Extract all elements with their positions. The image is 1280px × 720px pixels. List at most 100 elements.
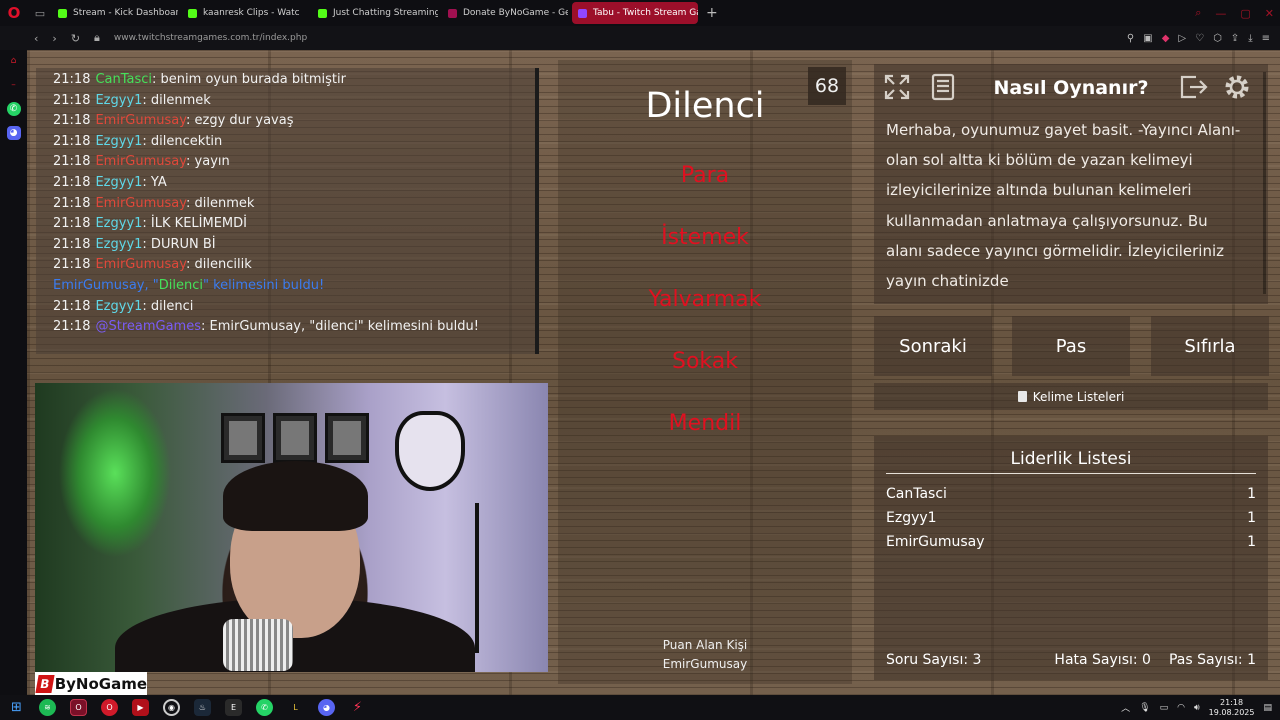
word-card: 68 Dilenci Para İstemek Yalvarmak Sokak … bbox=[558, 60, 852, 684]
gear-icon[interactable] bbox=[1222, 72, 1252, 102]
leaderboard-row: Ezgyy1 1 bbox=[886, 510, 1256, 526]
obs-icon[interactable]: ◉ bbox=[163, 699, 180, 716]
epic-games-icon[interactable]: E bbox=[225, 699, 242, 716]
error-count: Hata Sayısı: 0 bbox=[1054, 652, 1151, 668]
network-icon[interactable]: ▭ bbox=[1160, 703, 1169, 713]
menu-icon[interactable]: ≡ bbox=[1262, 33, 1270, 44]
scorer-label: Puan Alan Kişi bbox=[662, 638, 748, 652]
kick-icon bbox=[188, 8, 197, 18]
browser-tab[interactable]: Just Chatting Streaming bbox=[312, 2, 438, 24]
extensions-icon[interactable]: ⬡ bbox=[1213, 33, 1222, 44]
chat-username: CanTasci bbox=[95, 72, 153, 87]
word-lists-button[interactable]: Kelime Listeleri bbox=[874, 383, 1268, 410]
obs-recorder-icon[interactable]: ▶ bbox=[132, 699, 149, 716]
windows-start-icon[interactable]: ⊞ bbox=[8, 699, 25, 716]
scrollbar[interactable] bbox=[1263, 72, 1266, 294]
os-taskbar: ⊞ ≋ O O ▶ ◉ ♨ E ✆ L ◕ ⚡ ︿ 🎙︎ ▭ ◠ 🔊︎ 21:1… bbox=[0, 695, 1280, 720]
download-icon[interactable]: ⤓ bbox=[1248, 33, 1252, 44]
league-icon[interactable]: L bbox=[287, 699, 304, 716]
tab-title: Donate ByNoGame - Gek bbox=[463, 8, 568, 18]
taboo-word: Para bbox=[680, 163, 730, 188]
pass-button[interactable]: Pas bbox=[1012, 316, 1130, 376]
lock-icon: 🔒︎ bbox=[94, 31, 100, 44]
leaderboard-row: EmirGumusay 1 bbox=[886, 534, 1256, 550]
browser-tab[interactable]: kaanresk Clips - Watc bbox=[182, 2, 308, 24]
browser-tab[interactable]: Donate ByNoGame - Gek bbox=[442, 2, 568, 24]
bynogame-icon bbox=[448, 8, 457, 18]
browser-tab-bar: O ▭ Stream - Kick Dashboard kaanresk Cli… bbox=[0, 0, 1280, 26]
leaderboard-title: Liderlik Listesi bbox=[1010, 449, 1132, 469]
microphone-icon[interactable]: 🎙︎ bbox=[1139, 703, 1150, 713]
new-tab-button[interactable]: + bbox=[706, 5, 718, 21]
exit-icon[interactable] bbox=[1178, 72, 1208, 102]
snapshot-icon[interactable]: ▣ bbox=[1143, 33, 1152, 44]
url-field[interactable]: www.twitchstreamgames.com.tr/index.php bbox=[114, 33, 307, 43]
search-icon[interactable]: ⌕ bbox=[1195, 6, 1201, 20]
browser-tab[interactable]: Stream - Kick Dashboard bbox=[52, 2, 178, 24]
volume-icon[interactable]: 🔊︎ bbox=[1194, 703, 1200, 713]
bynogame-logo: B ByNoGame bbox=[35, 672, 147, 695]
question-count: Soru Sayısı: 3 bbox=[886, 652, 982, 668]
chat-line: 21:18 Ezgyy1: DURUN Bİ bbox=[53, 236, 216, 252]
browser-tab-active[interactable]: Tabu - Twitch Stream Gar bbox=[572, 2, 698, 24]
bynogame-mark-icon: B bbox=[35, 674, 55, 693]
back-icon[interactable]: ‹ bbox=[34, 32, 38, 45]
steam-icon[interactable]: ♨ bbox=[194, 699, 211, 716]
shield-icon[interactable]: ◆ bbox=[1162, 33, 1170, 44]
document-icon bbox=[1017, 391, 1027, 402]
system-tray: ︿ 🎙︎ ▭ ◠ 🔊︎ 21:18 19.08.2025 ▤ bbox=[1121, 695, 1272, 720]
taboo-word: Sokak bbox=[672, 349, 738, 374]
wifi-icon[interactable]: ◠ bbox=[1177, 703, 1185, 713]
scorer-name: EmirGumusay bbox=[662, 657, 748, 671]
spotify-icon[interactable]: ≋ bbox=[39, 699, 56, 716]
lightning-app-icon[interactable]: ⚡ bbox=[349, 699, 366, 716]
streamer-hair bbox=[223, 461, 368, 531]
window-controls: ⌕ — ▢ ✕ bbox=[1195, 0, 1274, 26]
chat-username: Ezgyy1 bbox=[95, 216, 143, 232]
chat-line: 21:18 EmirGumusay: yayın bbox=[53, 154, 230, 170]
home-icon[interactable]: ⌂ bbox=[7, 54, 21, 68]
chat-line: 21:18 EmirGumusay: ezgy dur yavaş bbox=[53, 113, 294, 129]
chat-username: Ezgyy1 bbox=[95, 174, 143, 190]
taboo-word: Mendil bbox=[668, 411, 742, 436]
leaderboard-panel: Liderlik Listesi CanTasci 1 Ezgyy1 1 EmirG… bbox=[874, 436, 1268, 680]
system-clock[interactable]: 21:18 19.08.2025 bbox=[1209, 698, 1255, 718]
opera-gx-icon[interactable]: O bbox=[70, 699, 87, 716]
next-button[interactable]: Sonraki bbox=[874, 316, 992, 376]
chat-line: 21:18 @StreamGames: EmirGumusay, "dilenci… bbox=[53, 319, 479, 335]
chat-line: 21:18 Ezgyy1: dilenci bbox=[53, 298, 194, 314]
address-bar-tools: ⚲ ▣ ◆ ▷ ♡ ⬡ ⇪ ⤓ ≡ bbox=[1127, 26, 1270, 50]
discord-taskbar-icon[interactable]: ◕ bbox=[318, 699, 335, 716]
lamp bbox=[475, 503, 479, 653]
tab-menu-icon[interactable]: ▭ bbox=[28, 0, 52, 26]
chevron-up-icon[interactable]: ︿ bbox=[1121, 701, 1130, 714]
opera-icon[interactable]: O bbox=[101, 699, 118, 716]
chat-line: 21:18 Ezgyy1: İLK KELİMEMDİ bbox=[53, 216, 247, 232]
chat-username: Ezgyy1 bbox=[95, 133, 143, 149]
chat-line: 21:18 Ezgyy1: dilencektin bbox=[53, 133, 223, 149]
play-icon[interactable]: ▷ bbox=[1178, 33, 1186, 44]
reload-icon[interactable]: ↻ bbox=[71, 32, 80, 45]
divider-icon: – bbox=[11, 80, 16, 90]
maximize-button[interactable]: ▢ bbox=[1240, 7, 1250, 20]
whatsapp-taskbar-icon[interactable]: ✆ bbox=[256, 699, 273, 716]
close-button[interactable]: ✕ bbox=[1265, 7, 1274, 20]
notifications-icon[interactable]: ▤ bbox=[1263, 703, 1272, 713]
whatsapp-icon[interactable]: ✆ bbox=[6, 102, 21, 116]
chat-username: Ezgyy1 bbox=[95, 92, 143, 108]
wall-frame bbox=[221, 413, 265, 463]
discord-icon[interactable]: ◕ bbox=[6, 126, 21, 140]
pin-icon[interactable]: ⚲ bbox=[1127, 33, 1134, 44]
heart-icon[interactable]: ♡ bbox=[1195, 33, 1204, 44]
tab-title: Stream - Kick Dashboard bbox=[73, 8, 178, 18]
chat-line: 21:18 Ezgyy1: YA bbox=[53, 174, 167, 190]
minimize-button[interactable]: — bbox=[1215, 7, 1226, 20]
share-icon[interactable]: ⇪ bbox=[1231, 33, 1239, 44]
reset-button[interactable]: Sıfırla bbox=[1151, 316, 1269, 376]
opera-logo-icon[interactable]: O bbox=[0, 0, 28, 26]
how-to-play-text: Merhaba, oyunumuz gayet basit. -Yayıncı … bbox=[886, 121, 1241, 291]
webcam-overlay bbox=[35, 383, 548, 672]
kick-icon bbox=[58, 8, 67, 18]
chat-panel: 21:18 CanTasci: benim oyun burada bitmişt… bbox=[36, 68, 539, 354]
forward-icon[interactable]: › bbox=[52, 32, 56, 45]
